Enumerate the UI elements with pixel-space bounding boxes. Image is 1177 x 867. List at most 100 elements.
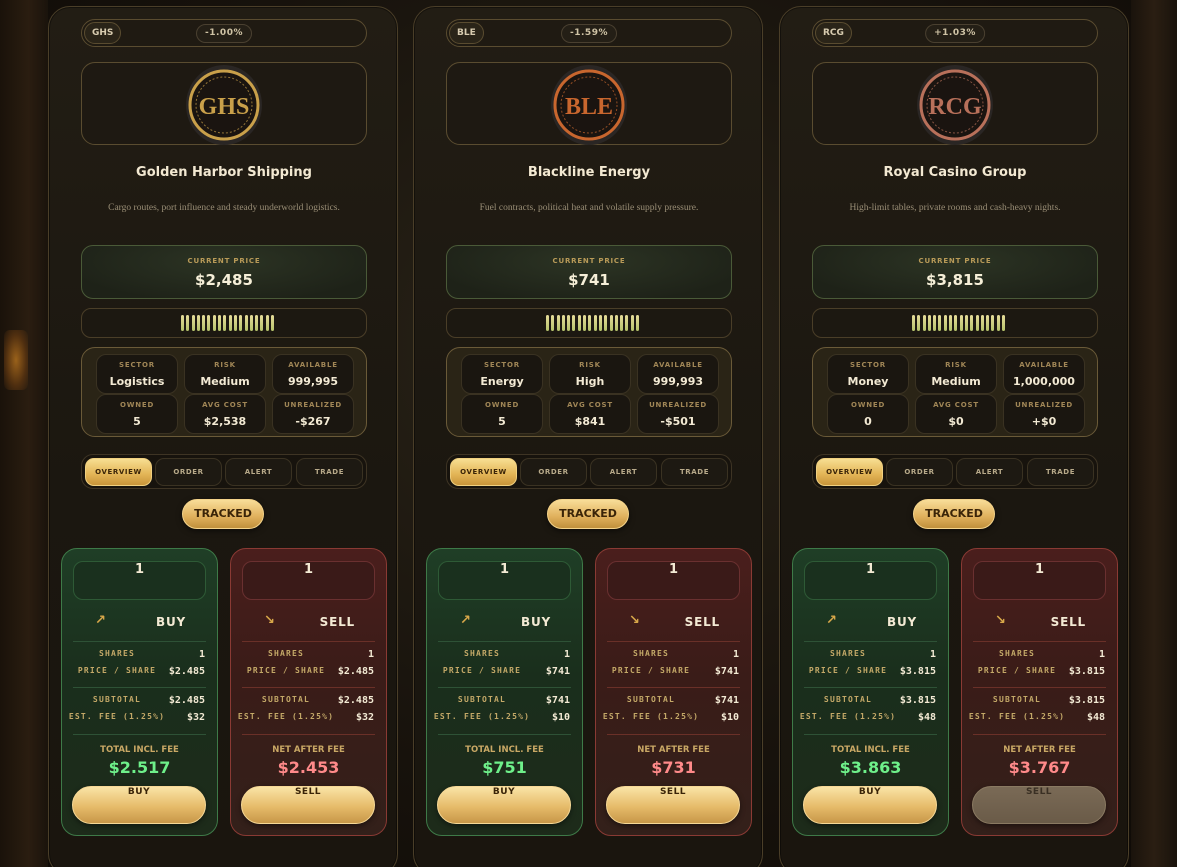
sell-button[interactable]: SELL <box>972 786 1106 824</box>
sparkline-bar <box>970 315 974 331</box>
sell-quantity-input[interactable]: 1 <box>607 561 740 600</box>
stat-label: RISK <box>214 361 236 369</box>
svg-text:GHS: GHS <box>199 94 250 120</box>
tab-order[interactable]: ORDER <box>155 458 222 486</box>
stat-label: OWNED <box>484 401 520 409</box>
lamp-decor <box>4 330 28 390</box>
sell-action-label: SELL <box>1050 615 1086 629</box>
tab-overview[interactable]: OVERVIEW <box>450 458 517 486</box>
sparkline-bar <box>949 315 953 331</box>
shares-value: 1 <box>367 649 374 660</box>
price-per-share-value: $2.485 <box>168 666 205 677</box>
price-per-share-value: $2.485 <box>337 666 374 677</box>
tab-overview[interactable]: OVERVIEW <box>85 458 152 486</box>
buy-button[interactable]: BUY <box>72 786 206 824</box>
sell-button[interactable]: SELL <box>606 786 740 824</box>
stat-label: AVG COST <box>202 401 248 409</box>
sparkline-bar <box>954 315 958 331</box>
sparkline-bar <box>1002 315 1006 331</box>
company-description: High-limit tables, private rooms and cas… <box>849 203 1061 213</box>
sparkline-bar <box>186 315 190 331</box>
fee-label: EST. FEE (1.25%) <box>602 712 700 721</box>
buy-panel: 1 ↗ BUY SHARES 1 PRICE / SHARE $3.815 SU… <box>792 548 949 836</box>
divider <box>804 687 937 688</box>
divider <box>973 687 1106 688</box>
sparkline-bar <box>917 315 921 331</box>
tracked-button[interactable]: TRACKED <box>913 499 995 529</box>
tab-trade[interactable]: TRADE <box>1027 458 1094 486</box>
sell-panel: 1 ↘ SELL SHARES 1 PRICE / SHARE $3.815 S… <box>961 548 1118 836</box>
sparkline-bar <box>630 315 634 331</box>
tab-alert[interactable]: ALERT <box>956 458 1023 486</box>
arrow-up-right-icon: ↗ <box>826 613 837 628</box>
price-per-share-label: PRICE / SHARE <box>977 666 1057 675</box>
sparkline-bar <box>620 315 624 331</box>
stock-card: RCG +1.03% RCG Royal Casino Group High-l… <box>779 6 1129 867</box>
sparkline-bar <box>938 315 942 331</box>
tab-order[interactable]: ORDER <box>520 458 587 486</box>
subtotal-label: SUBTOTAL <box>92 695 142 704</box>
stat-label: AVG COST <box>567 401 613 409</box>
current-price-value: $741 <box>568 271 610 289</box>
sparkline-bar <box>588 315 592 331</box>
tab-overview[interactable]: OVERVIEW <box>816 458 883 486</box>
divider <box>804 641 937 642</box>
current-price-label: CURRENT PRICE <box>918 257 992 265</box>
stat-label: AVG COST <box>933 401 979 409</box>
ticker-symbol: BLE <box>449 22 484 44</box>
company-name: Blackline Energy <box>527 165 651 180</box>
sell-panel: 1 ↘ SELL SHARES 1 PRICE / SHARE $2.485 S… <box>230 548 387 836</box>
price-per-share-value: $741 <box>714 666 739 677</box>
company-description: Cargo routes, port influence and steady … <box>108 203 340 213</box>
stat-label: SECTOR <box>119 361 155 369</box>
price-per-share-row: PRICE / SHARE $3.815 <box>962 666 1119 680</box>
divider <box>438 687 571 688</box>
price-per-share-label: PRICE / SHARE <box>77 666 157 675</box>
sparkline-bar <box>598 315 602 331</box>
tab-order[interactable]: ORDER <box>886 458 953 486</box>
shares-value: 1 <box>1098 649 1105 660</box>
fee-row: EST. FEE (1.25%) $32 <box>231 712 388 726</box>
sparkline-bar <box>207 315 211 331</box>
stat-value: 5 <box>133 415 141 428</box>
ticker-bar: GHS -1.00% <box>81 19 367 47</box>
company-logo: BLE <box>551 65 627 145</box>
buy-button[interactable]: BUY <box>437 786 571 824</box>
tracked-button[interactable]: TRACKED <box>182 499 264 529</box>
stat-avg-cost: AVG COST $2,538 <box>184 394 266 434</box>
shares-label: SHARES <box>267 649 305 658</box>
tab-alert[interactable]: ALERT <box>590 458 657 486</box>
subtotal-value: $2.485 <box>168 695 205 706</box>
tracked-button[interactable]: TRACKED <box>547 499 629 529</box>
buy-quantity-input[interactable]: 1 <box>438 561 571 600</box>
divider <box>73 687 206 688</box>
buy-quantity-input[interactable]: 1 <box>804 561 937 600</box>
sparkline-bar <box>551 315 555 331</box>
fee-row: EST. FEE (1.25%) $48 <box>962 712 1119 726</box>
stat-avg-cost: AVG COST $0 <box>915 394 997 434</box>
arrow-down-right-icon: ↘ <box>264 613 275 628</box>
tab-trade[interactable]: TRADE <box>661 458 728 486</box>
sparkline-bar <box>260 315 264 331</box>
subtotal-row: SUBTOTAL $741 <box>596 695 753 709</box>
stat-unrealized: UNREALIZED +$0 <box>1003 394 1085 434</box>
background-left-decor <box>0 0 48 867</box>
sell-quantity-input[interactable]: 1 <box>973 561 1106 600</box>
company-logo-frame: GHS <box>81 62 367 145</box>
sparkline-bar <box>228 315 232 331</box>
shares-label: SHARES <box>829 649 867 658</box>
tab-trade[interactable]: TRADE <box>296 458 363 486</box>
sparkline-bar <box>980 315 984 331</box>
sell-quantity-input[interactable]: 1 <box>242 561 375 600</box>
sparkline-bar <box>265 315 269 331</box>
stat-label: AVAILABLE <box>653 361 703 369</box>
stat-available: AVAILABLE 999,993 <box>637 354 719 394</box>
stat-label: RISK <box>945 361 967 369</box>
sell-button[interactable]: SELL <box>241 786 375 824</box>
buy-button[interactable]: BUY <box>803 786 937 824</box>
price-per-share-value: $3.815 <box>899 666 936 677</box>
tab-alert[interactable]: ALERT <box>225 458 292 486</box>
stat-label: AVAILABLE <box>1019 361 1069 369</box>
sparkline-bar <box>255 315 259 331</box>
buy-quantity-input[interactable]: 1 <box>73 561 206 600</box>
